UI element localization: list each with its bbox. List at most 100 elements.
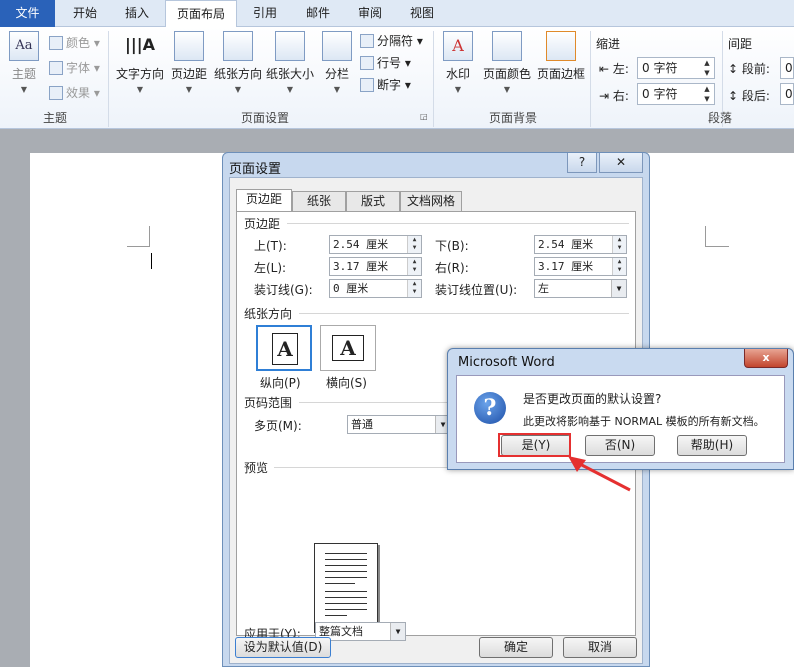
tab-view[interactable]: 视图 [397, 0, 447, 27]
landscape-option[interactable]: A [320, 325, 376, 371]
page-color-label: 页面颜色 [482, 67, 531, 81]
top-margin-input[interactable]: 2.54 厘米 ▲ ▼ [329, 235, 422, 254]
text-cursor [151, 253, 152, 269]
space-after-value: 0 [785, 87, 793, 101]
theme-effects-label: 效果 [66, 86, 91, 100]
columns-button[interactable]: 分栏 ▼ [320, 31, 354, 94]
close-button[interactable]: ✕ [599, 153, 643, 173]
breaks-button[interactable]: 分隔符 ▾ [360, 31, 423, 51]
orientation-button[interactable]: 纸张方向 ▼ [212, 31, 264, 94]
indent-right-input[interactable]: 0 字符 ▲ ▼ [637, 83, 715, 105]
columns-label: 分栏 [324, 67, 349, 81]
text-direction-label: 文字方向 [115, 67, 164, 81]
indent-right-text: 右: [612, 89, 629, 103]
theme-fonts-label: 字体 [66, 61, 91, 75]
spinner-arrows-icon[interactable]: ▲ ▼ [407, 280, 421, 297]
spinner-arrows-icon[interactable]: ▲ ▼ [700, 84, 714, 104]
watermark-label: 水印 [445, 67, 470, 81]
margins-icon [174, 31, 204, 61]
page-color-button[interactable]: 页面颜色 ▼ [480, 31, 534, 94]
space-after-input[interactable]: 0 [780, 83, 794, 105]
themes-icon: Aa [9, 31, 39, 61]
color-palette-icon [49, 36, 63, 50]
page-borders-button[interactable]: 页面边框 [535, 31, 587, 82]
chevron-down-icon: ▼ [20, 85, 28, 94]
space-after-label: ↕ 段后: [728, 87, 770, 104]
prompt-help-button[interactable]: 帮助(H) [677, 435, 747, 456]
tab-home[interactable]: 开始 [60, 0, 110, 27]
tab-mailings[interactable]: 邮件 [293, 0, 343, 27]
columns-icon [322, 31, 352, 61]
indent-left-label: ⇤ 左: [599, 60, 629, 77]
spinner-arrows-icon[interactable]: ▲ ▼ [612, 258, 626, 275]
multiple-pages-select[interactable]: 普通 ▼ [347, 415, 451, 434]
theme-colors-button[interactable]: 颜色 ▾ [49, 33, 100, 53]
indent-left-input[interactable]: 0 字符 ▲ ▼ [637, 57, 715, 79]
tab-paper[interactable]: 纸张 [292, 191, 346, 211]
theme-fonts-button[interactable]: 字体 ▾ [49, 58, 100, 78]
ribbon: Aa 主题 ▼ 颜色 ▾ 字体 ▾ 效果 ▾ 主题 |||A 文字方向 ▼ 页边… [0, 27, 794, 129]
orientation-label: 纸张方向 [213, 67, 262, 81]
right-margin-input[interactable]: 3.17 厘米 ▲ ▼ [534, 257, 627, 276]
page-size-icon [275, 31, 305, 61]
page-borders-label: 页面边框 [536, 67, 585, 81]
watermark-button[interactable]: A 水印 ▼ [440, 31, 476, 94]
space-after-icon: ↕ [728, 89, 739, 103]
page-size-button[interactable]: 纸张大小 ▼ [265, 31, 315, 94]
spinner-arrows-icon[interactable]: ▲ ▼ [407, 236, 421, 253]
cancel-button[interactable]: 取消 [563, 637, 637, 658]
page-size-label: 纸张大小 [265, 67, 314, 81]
left-margin-input[interactable]: 3.17 厘米 ▲ ▼ [329, 257, 422, 276]
theme-effects-button[interactable]: 效果 ▾ [49, 83, 100, 103]
space-before-input[interactable]: 0 [780, 57, 794, 79]
spinner-arrows-icon[interactable]: ▲ ▼ [700, 58, 714, 78]
help-button[interactable]: ? [567, 153, 597, 173]
paint-bucket-icon [492, 31, 522, 61]
gutter-position-label: 装订线位置(U): [435, 283, 518, 297]
multiple-pages-value: 普通 [351, 418, 373, 431]
tab-document-grid[interactable]: 文档网格 [400, 191, 462, 211]
hyphenation-button[interactable]: 断字 ▾ [360, 75, 411, 95]
chevron-down-icon: ▼ [454, 85, 462, 94]
dropdown-arrow-icon[interactable]: ▼ [390, 623, 405, 640]
margins-section-title: 页边距 [244, 217, 281, 231]
close-icon: x [762, 351, 770, 364]
tab-insert[interactable]: 插入 [112, 0, 162, 27]
hyphenation-label: 断字 [377, 78, 402, 92]
effects-icon [49, 86, 63, 100]
paragraph-group-label: 段落 [707, 111, 732, 125]
line-numbers-button[interactable]: 行号 ▾ [360, 53, 411, 73]
gutter-position-select[interactable]: 左 ▼ [534, 279, 627, 298]
text-direction-button[interactable]: |||A 文字方向 ▼ [114, 31, 166, 94]
themes-button[interactable]: Aa 主题 ▼ [6, 31, 42, 94]
spacing-title: 间距 [728, 37, 753, 51]
chevron-down-icon: ▼ [136, 85, 144, 94]
hyphenation-icon [360, 78, 374, 92]
set-default-button[interactable]: 设为默认值(D) [235, 637, 331, 658]
space-before-label: ↕ 段前: [728, 60, 770, 77]
margins-label: 页边距 [170, 67, 207, 81]
dialog-launcher-icon[interactable]: ◲ [420, 112, 428, 121]
spinner-arrows-icon[interactable]: ▲ ▼ [612, 236, 626, 253]
tab-file[interactable]: 文件 [0, 0, 55, 27]
indent-left-text: 左: [612, 62, 629, 76]
tab-references[interactable]: 引用 [240, 0, 290, 27]
chevron-down-icon: ▼ [185, 85, 193, 94]
gutter-label: 装订线(G): [254, 283, 313, 297]
space-before-icon: ↕ [728, 62, 739, 76]
chevron-down-icon: ▼ [286, 85, 294, 94]
tab-review[interactable]: 审阅 [345, 0, 395, 27]
tab-page-layout[interactable]: 页面布局 [165, 0, 237, 28]
bottom-margin-input[interactable]: 2.54 厘米 ▲ ▼ [534, 235, 627, 254]
portrait-option[interactable]: A [256, 325, 312, 371]
spinner-arrows-icon[interactable]: ▲ ▼ [407, 258, 421, 275]
crop-mark [705, 246, 729, 247]
gutter-input[interactable]: 0 厘米 ▲ ▼ [329, 279, 422, 298]
prompt-close-button[interactable]: x [744, 349, 788, 368]
multiple-pages-label: 多页(M): [254, 419, 302, 433]
ok-button[interactable]: 确定 [479, 637, 553, 658]
tab-margins[interactable]: 页边距 [236, 189, 292, 212]
tab-layout[interactable]: 版式 [346, 191, 400, 211]
dropdown-arrow-icon[interactable]: ▼ [611, 280, 626, 297]
margins-button[interactable]: 页边距 ▼ [168, 31, 210, 94]
